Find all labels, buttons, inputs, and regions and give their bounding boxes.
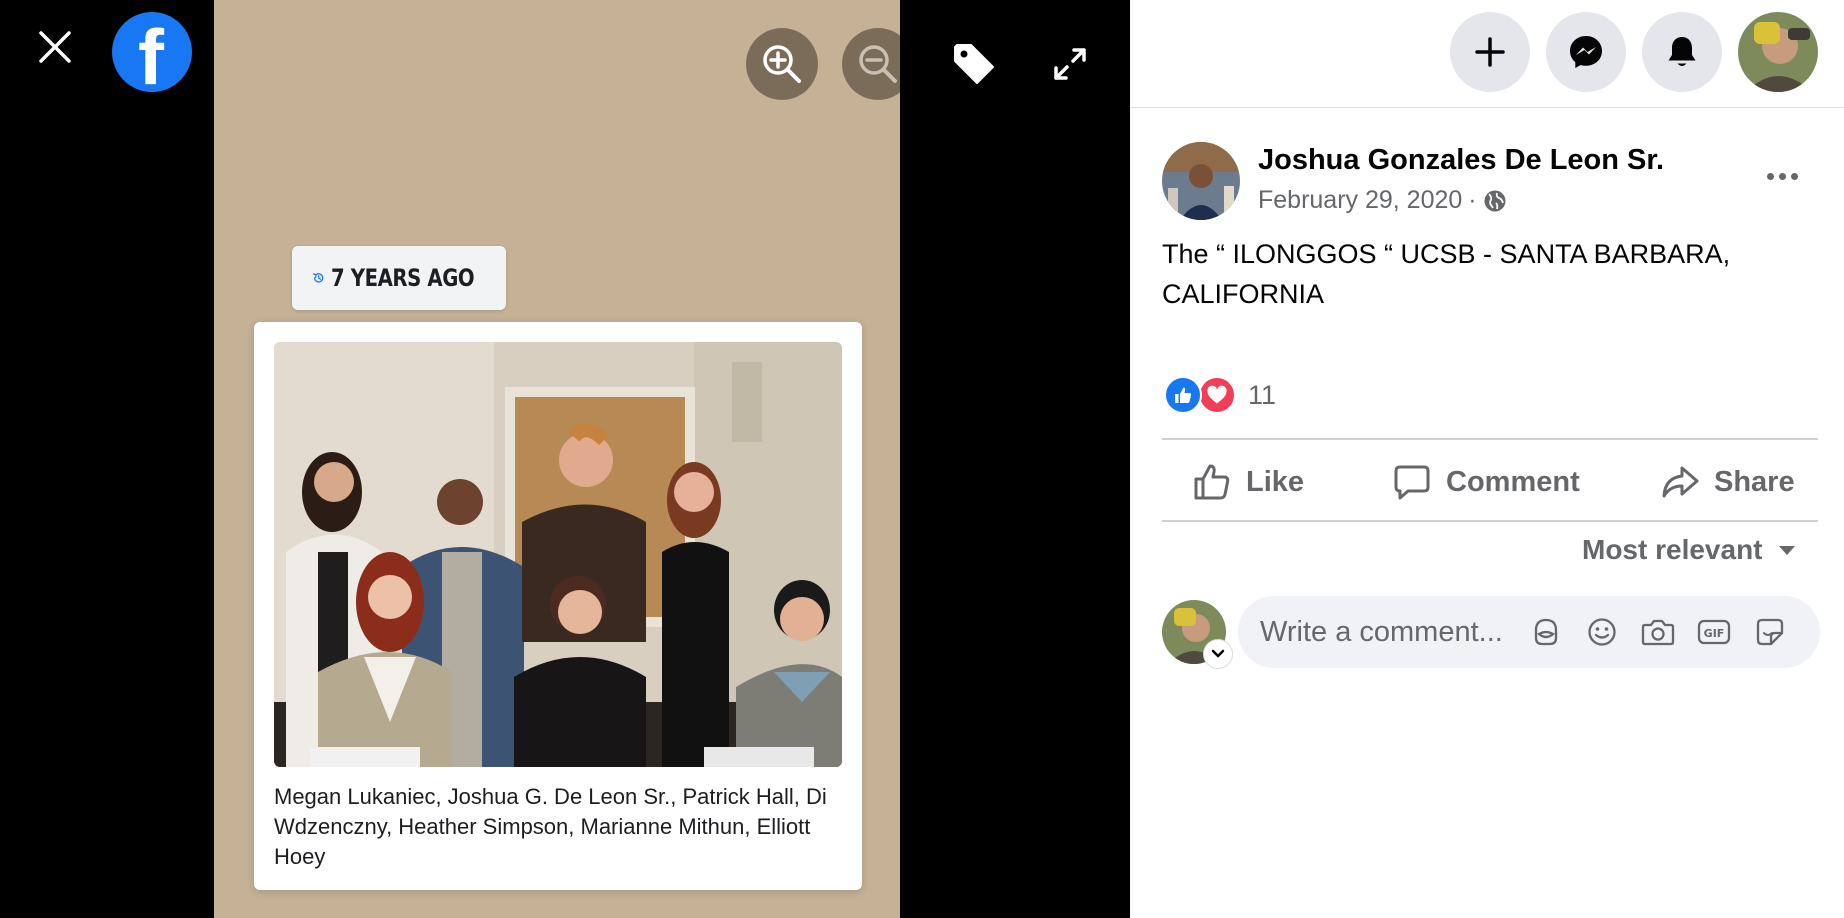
zoom-in-icon [763,45,801,83]
tag-button[interactable] [944,34,1004,94]
memory-card: Megan Lukaniec, Joshua G. De Leon Sr., P… [254,322,862,890]
meta-separator: · [1468,186,1477,214]
share-label: Share [1714,465,1795,498]
share-button[interactable]: Share [1660,454,1795,510]
memory-badge: 7 YEARS AGO [292,246,506,310]
sticker-icon [1756,618,1784,646]
bell-icon [1668,37,1696,66]
fullscreen-button[interactable] [1040,34,1100,94]
history-icon [312,273,324,283]
top-bar [1130,0,1844,108]
emoji-icon [1588,618,1616,646]
create-button[interactable] [1450,12,1530,92]
comment-icon [1394,465,1430,500]
comment-sort-dropdown[interactable]: Most relevant [1582,534,1797,566]
profile-avatar[interactable] [1738,12,1818,92]
tag-icon [954,44,994,84]
viewer-side-margin [900,0,1130,918]
like-button[interactable]: Like [1192,454,1304,510]
love-reaction-icon [1198,376,1236,414]
caret-down-icon [1778,546,1795,555]
messenger-button[interactable] [1546,12,1626,92]
identity-switcher[interactable] [1204,640,1232,668]
plus-icon [1475,37,1505,67]
like-label: Like [1246,465,1305,498]
photo-viewer: f 7 YEARS AGO Megan Lukaniec, Joshua G. … [0,0,1130,918]
svg-text:GIF: GIF [1704,627,1725,640]
like-reaction-icon [1164,376,1202,414]
zoom-in-button[interactable] [746,28,818,100]
sort-label: Most relevant [1582,534,1763,565]
expand-icon [1054,48,1086,80]
post-panel: Joshua Gonzales De Leon Sr. February 29,… [1130,0,1844,918]
sticker-button[interactable] [1752,612,1788,652]
camera-icon [1641,619,1675,646]
group-photo[interactable] [274,342,842,767]
divider-bottom [1162,520,1818,522]
camera-button[interactable] [1640,612,1676,652]
comment-input[interactable] [1260,615,1540,649]
post-date[interactable]: February 29, 2020 [1258,186,1462,215]
author-avatar[interactable] [1162,142,1240,220]
reaction-count: 11 [1248,379,1277,410]
close-icon [39,31,71,63]
chevron-down-icon [1211,649,1225,658]
notifications-button[interactable] [1642,12,1722,92]
photo-caption: Megan Lukaniec, Joshua G. De Leon Sr., P… [274,784,827,869]
more-options-button[interactable] [1752,156,1812,196]
comment-input-tools: GIF [1528,612,1788,652]
comment-label: Comment [1446,465,1580,498]
reactions-summary[interactable]: 11 [1164,376,1276,414]
thumbs-up-icon [1194,464,1230,500]
post-text: The “ ILONGGOS “ UCSB - SANTA BARBARA, C… [1162,239,1731,309]
avatar-sticker-button[interactable] [1528,612,1564,652]
gif-button[interactable]: GIF [1696,612,1732,652]
share-icon [1662,466,1699,498]
comment-button[interactable]: Comment [1392,454,1580,510]
globe-icon[interactable] [1483,189,1507,213]
facebook-logo[interactable]: f [112,12,192,92]
zoom-out-icon [859,45,897,83]
post-meta: February 29, 2020 · [1258,186,1507,215]
avatar-sticker-icon [1534,618,1558,646]
comment-composer: GIF [1238,596,1820,668]
messenger-icon [1570,36,1602,68]
author-name[interactable]: Joshua Gonzales De Leon Sr. [1258,144,1664,177]
divider-top [1162,438,1818,440]
memory-label: 7 YEARS AGO [331,264,475,292]
emoji-button[interactable] [1584,612,1620,652]
gif-icon: GIF [1697,619,1731,645]
close-button[interactable] [30,22,80,72]
